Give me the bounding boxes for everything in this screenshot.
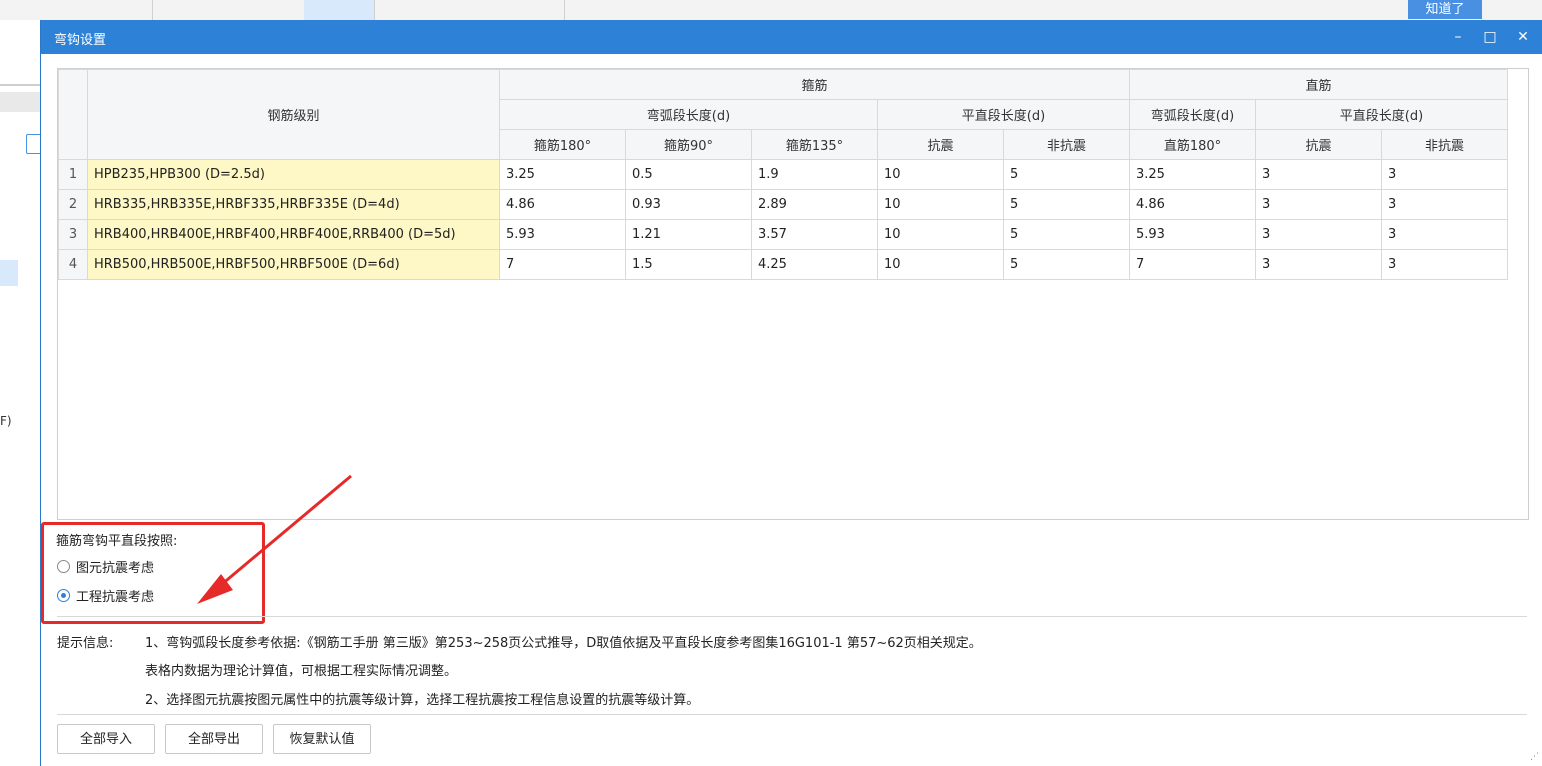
restore-default-button[interactable]: 恢复默认值 xyxy=(273,724,371,754)
header-col: 箍筋180° xyxy=(499,129,626,160)
background-selected-row xyxy=(0,260,18,286)
background-toolbar: 知道了 xyxy=(0,0,1542,21)
header-col: 箍筋90° xyxy=(625,129,752,160)
header-group-stirrup: 箍筋 xyxy=(499,69,1130,100)
value-cell[interactable]: 5 xyxy=(1003,249,1130,280)
value-cell[interactable]: 5 xyxy=(1003,219,1130,250)
background-divider xyxy=(0,84,40,86)
header-col: 箍筋135° xyxy=(751,129,878,160)
value-cell[interactable]: 1.5 xyxy=(625,249,752,280)
value-cell[interactable]: 0.5 xyxy=(625,159,752,190)
value-cell[interactable]: 3 xyxy=(1255,249,1382,280)
got-it-button[interactable]: 知道了 xyxy=(1408,0,1482,19)
radio-button-unchecked-icon[interactable] xyxy=(57,560,70,573)
grade-cell[interactable]: HRB500,HRB500E,HRBF500,HRBF500E (D=6d) xyxy=(87,249,500,280)
minimize-button[interactable]: – xyxy=(1446,26,1470,48)
value-cell[interactable]: 7 xyxy=(1129,249,1256,280)
row-number-header xyxy=(58,69,88,160)
value-cell[interactable]: 10 xyxy=(877,219,1004,250)
table-row: 1 HPB235,HPB300 (D=2.5d) 3.25 0.5 1.9 10… xyxy=(58,159,1508,190)
value-cell[interactable]: 5.93 xyxy=(499,219,626,250)
dialog-title: 弯钩设置 xyxy=(54,33,107,48)
radio-group-title: 箍筋弯钩平直段按照: xyxy=(56,534,178,549)
header-straight-straight-length: 平直段长度(d) xyxy=(1255,99,1508,130)
value-cell[interactable]: 3 xyxy=(1381,189,1508,220)
row-index: 1 xyxy=(58,159,88,190)
table-row: 2 HRB335,HRB335E,HRBF335,HRBF335E (D=4d)… xyxy=(58,189,1508,220)
hook-settings-table-container: 钢筋级别 箍筋 直筋 弯弧段长度(d) 平直段长度(d) 弯弧段长度(d) 平直… xyxy=(57,68,1529,520)
value-cell[interactable]: 10 xyxy=(877,249,1004,280)
section-divider xyxy=(57,616,1527,617)
grade-cell[interactable]: HRB335,HRB335E,HRBF335,HRBF335E (D=4d) xyxy=(87,189,500,220)
header-col: 非抗震 xyxy=(1381,129,1508,160)
value-cell[interactable]: 4.25 xyxy=(751,249,878,280)
radio-label: 图元抗震考虑 xyxy=(76,561,155,576)
value-cell[interactable]: 5.93 xyxy=(1129,219,1256,250)
background-left-panel: F) xyxy=(0,20,42,766)
value-cell[interactable]: 1.21 xyxy=(625,219,752,250)
row-index: 2 xyxy=(58,189,88,220)
background-text-fragment: F) xyxy=(0,414,12,428)
section-divider xyxy=(57,714,1527,715)
header-col: 抗震 xyxy=(877,129,1004,160)
radio-label: 工程抗震考虑 xyxy=(76,590,155,605)
header-col: 抗震 xyxy=(1255,129,1382,160)
table-row: 4 HRB500,HRB500E,HRBF500,HRBF500E (D=6d)… xyxy=(58,249,1508,280)
value-cell[interactable]: 3.25 xyxy=(1129,159,1256,190)
background-header xyxy=(0,92,40,112)
header-col: 直筋180° xyxy=(1129,129,1256,160)
radio-element-seismic[interactable]: 图元抗震考虑 xyxy=(57,557,154,576)
grade-cell[interactable]: HRB400,HRB400E,HRBF400,HRBF400E,RRB400 (… xyxy=(87,219,500,250)
value-cell[interactable]: 10 xyxy=(877,159,1004,190)
background-tab xyxy=(0,0,153,20)
value-cell[interactable]: 0.93 xyxy=(625,189,752,220)
export-all-button[interactable]: 全部导出 xyxy=(165,724,263,754)
tips-line-1: 1、弯钩弧段长度参考依据:《钢筋工手册 第三版》第253~258页公式推导，D取… xyxy=(145,636,982,651)
tips-line-3: 2、选择图元抗震按图元属性中的抗震等级计算，选择工程抗震按工程信息设置的抗震等级… xyxy=(145,693,700,708)
value-cell[interactable]: 2.89 xyxy=(751,189,878,220)
background-tab xyxy=(374,0,565,20)
row-index: 4 xyxy=(58,249,88,280)
hook-settings-table: 钢筋级别 箍筋 直筋 弯弧段长度(d) 平直段长度(d) 弯弧段长度(d) 平直… xyxy=(58,69,1508,280)
radio-button-checked-icon[interactable] xyxy=(57,589,70,602)
resize-grip-icon[interactable]: ⋰ xyxy=(1530,752,1539,762)
table-row: 3 HRB400,HRB400E,HRBF400,HRBF400E,RRB400… xyxy=(58,219,1508,250)
value-cell[interactable]: 5 xyxy=(1003,189,1130,220)
value-cell[interactable]: 3 xyxy=(1381,219,1508,250)
value-cell[interactable]: 3.25 xyxy=(499,159,626,190)
value-cell[interactable]: 3 xyxy=(1381,249,1508,280)
header-stirrup-arc-length: 弯弧段长度(d) xyxy=(499,99,878,130)
hook-settings-dialog: 弯钩设置 – □ ✕ 钢筋级别 箍筋 直筋 弯弧段长度(d) 平直段长度(d) … xyxy=(40,20,1542,766)
import-all-button[interactable]: 全部导入 xyxy=(57,724,155,754)
maximize-button[interactable]: □ xyxy=(1478,26,1502,48)
radio-project-seismic[interactable]: 工程抗震考虑 xyxy=(57,586,154,605)
value-cell[interactable]: 5 xyxy=(1003,159,1130,190)
value-cell[interactable]: 3 xyxy=(1255,159,1382,190)
value-cell[interactable]: 3.57 xyxy=(751,219,878,250)
header-group-straight: 直筋 xyxy=(1129,69,1508,100)
value-cell[interactable]: 1.9 xyxy=(751,159,878,190)
value-cell[interactable]: 4.86 xyxy=(1129,189,1256,220)
value-cell[interactable]: 3 xyxy=(1255,189,1382,220)
value-cell[interactable]: 3 xyxy=(1255,219,1382,250)
header-grade: 钢筋级别 xyxy=(87,69,500,160)
tips-line-2: 表格内数据为理论计算值，可根据工程实际情况调整。 xyxy=(145,664,458,679)
grade-cell[interactable]: HPB235,HPB300 (D=2.5d) xyxy=(87,159,500,190)
background-tab xyxy=(152,0,305,20)
annotation-arrow-icon xyxy=(197,474,352,604)
header-stirrup-straight-length: 平直段长度(d) xyxy=(877,99,1130,130)
background-tab xyxy=(304,0,375,20)
value-cell[interactable]: 10 xyxy=(877,189,1004,220)
value-cell[interactable]: 3 xyxy=(1381,159,1508,190)
header-col: 非抗震 xyxy=(1003,129,1130,160)
row-index: 3 xyxy=(58,219,88,250)
header-straight-arc-length: 弯弧段长度(d) xyxy=(1129,99,1256,130)
value-cell[interactable]: 7 xyxy=(499,249,626,280)
tips-label: 提示信息: xyxy=(57,636,114,651)
dialog-titlebar[interactable]: 弯钩设置 – □ ✕ xyxy=(41,20,1542,54)
value-cell[interactable]: 4.86 xyxy=(499,189,626,220)
close-button[interactable]: ✕ xyxy=(1511,26,1535,48)
